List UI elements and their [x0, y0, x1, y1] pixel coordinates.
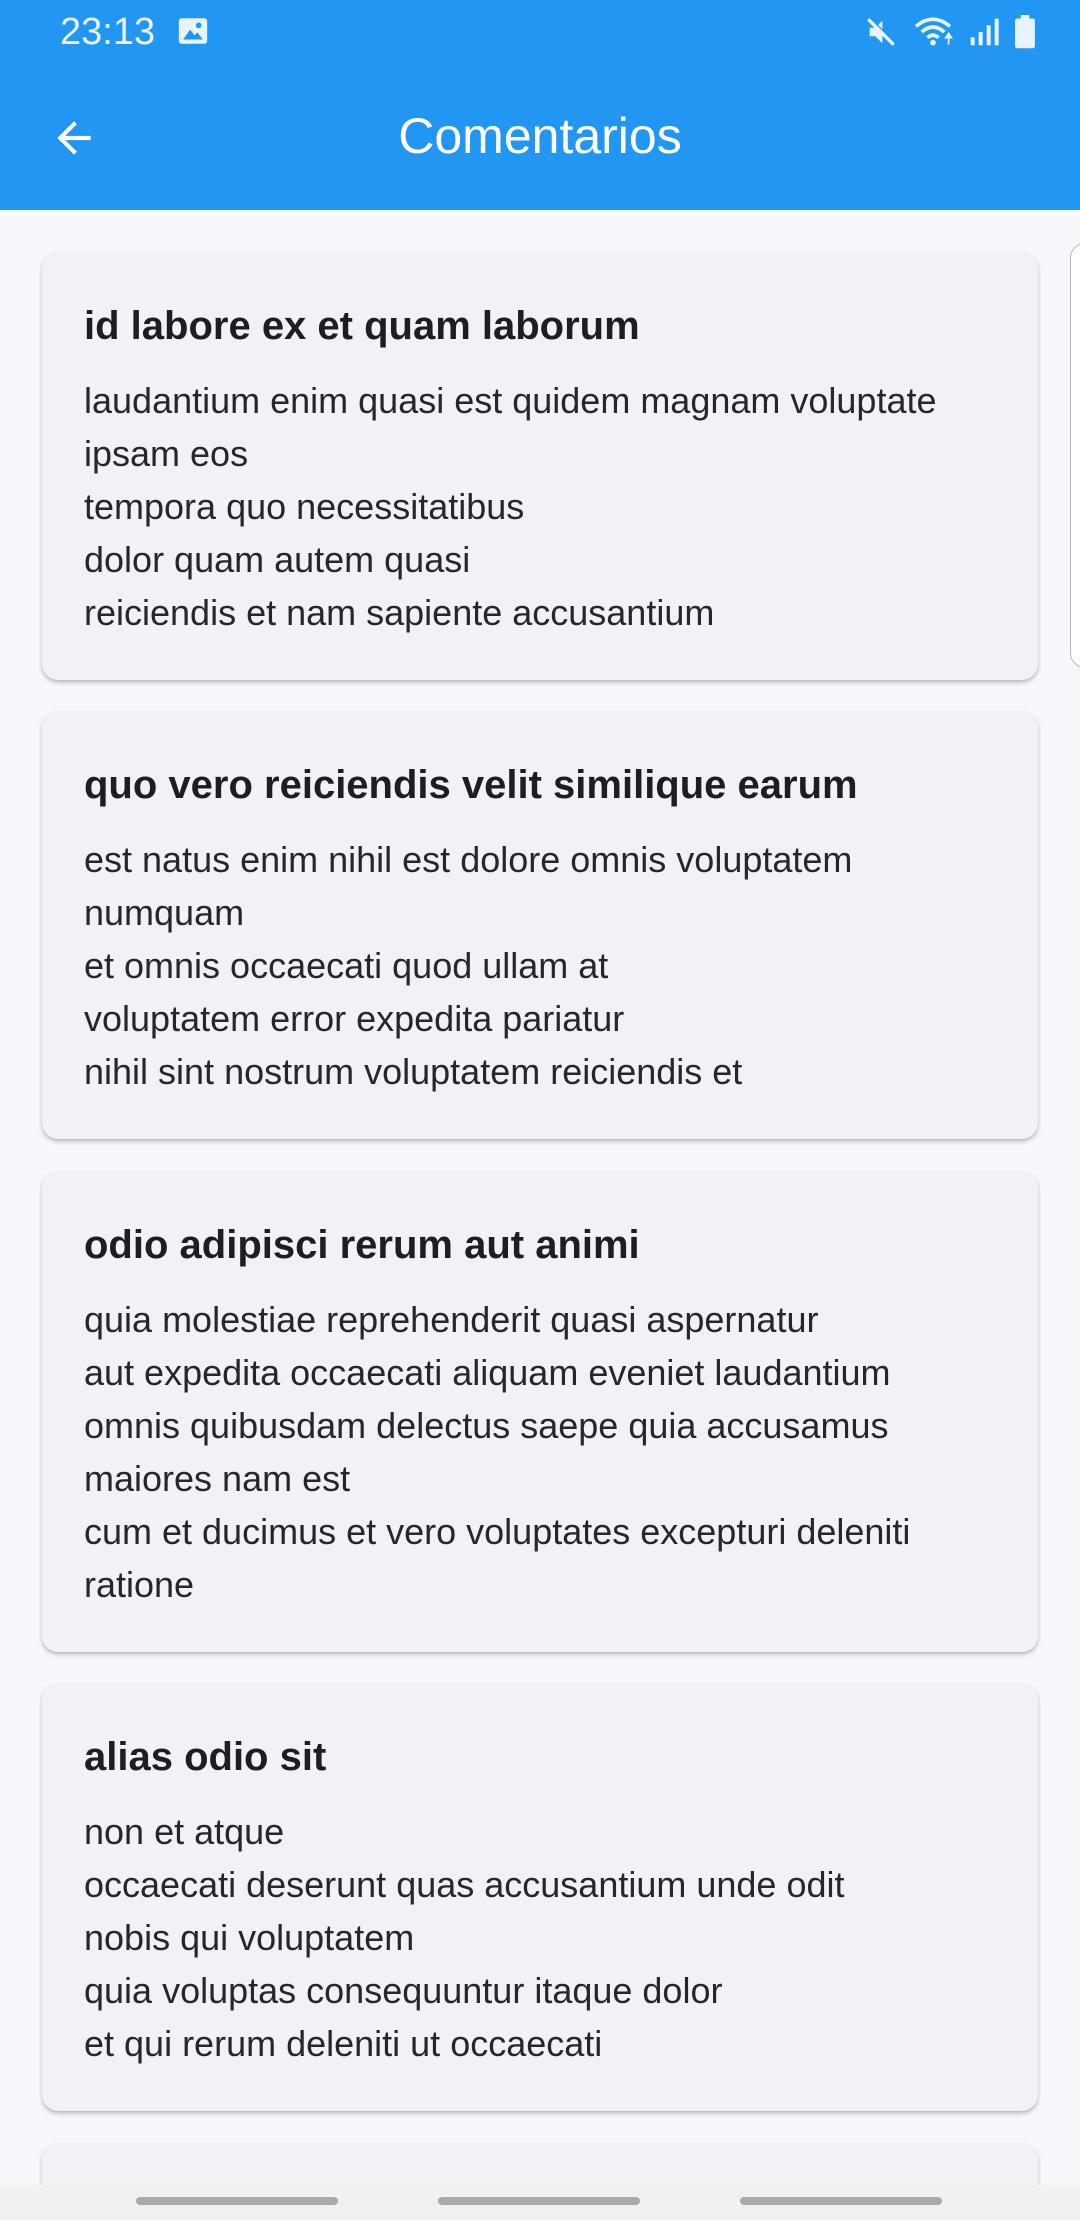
gesture-pill-left[interactable]: [136, 2197, 338, 2205]
wifi-icon: [914, 17, 954, 46]
comment-card[interactable]: [42, 2143, 1038, 2185]
comment-body: quia molestiae reprehenderit quasi asper…: [84, 1299, 911, 1605]
side-panel-edge[interactable]: [1070, 243, 1080, 668]
comment-title: id labore ex et quam laborum: [84, 304, 640, 348]
comment-title: quo vero reiciendis velit similique earu…: [84, 763, 858, 807]
signal-icon: [970, 18, 999, 46]
page-title: Comentarios: [398, 108, 682, 164]
comment-card[interactable]: quo vero reiciendis velit similique earu…: [42, 711, 1038, 1139]
comment-body: est natus enim nihil est dolore omnis vo…: [84, 839, 853, 1092]
gesture-bar: [0, 2185, 1080, 2220]
status-bar: 23:13: [0, 0, 1080, 64]
comment-title: alias odio sit: [84, 1735, 327, 1779]
comment-title: odio adipisci rerum aut animi: [84, 1223, 640, 1267]
mute-icon: [867, 17, 896, 46]
status-time: 23:13: [60, 11, 156, 53]
comment-list[interactable]: id labore ex et quam laborum laudantium …: [0, 210, 1080, 2185]
comment-card[interactable]: alias odio sit non et atque occaecati de…: [42, 1683, 1038, 2111]
comment-body: non et atque occaecati deserunt quas acc…: [84, 1811, 845, 2064]
gallery-icon: [178, 18, 208, 44]
app-bar: Comentarios: [0, 64, 1080, 210]
comment-card[interactable]: id labore ex et quam laborum laudantium …: [42, 252, 1038, 680]
status-icons: [864, 10, 1036, 54]
battery-icon: [1015, 15, 1035, 49]
gesture-pill-center[interactable]: [438, 2197, 640, 2205]
gesture-pill-right[interactable]: [740, 2197, 942, 2205]
comment-card[interactable]: odio adipisci rerum aut animi quia moles…: [42, 1171, 1038, 1652]
comment-body: laudantium enim quasi est quidem magnam …: [84, 380, 937, 633]
